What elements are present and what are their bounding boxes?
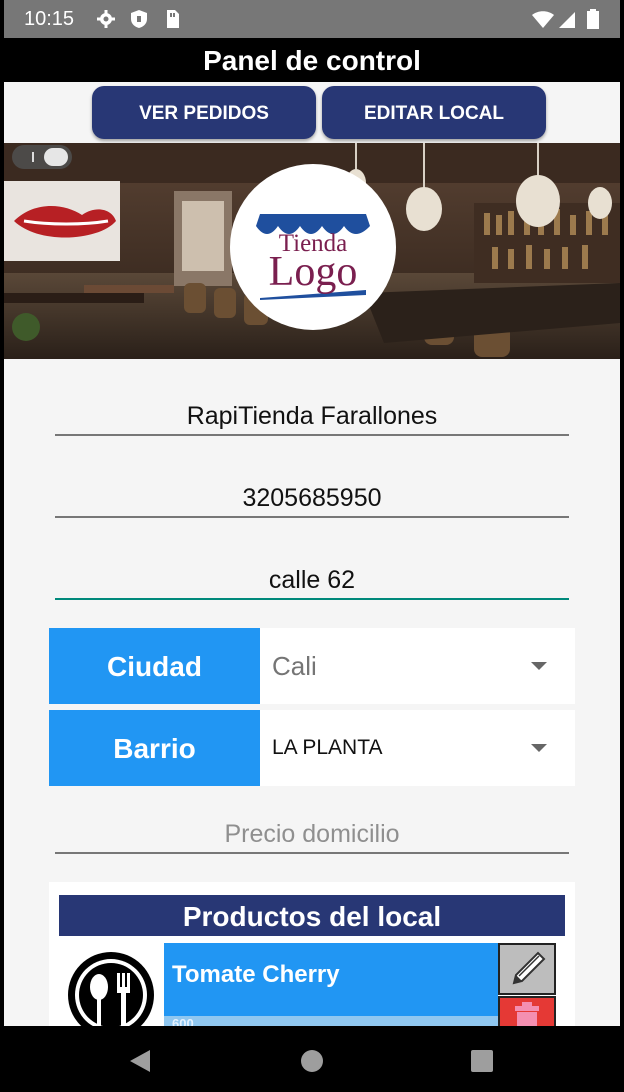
home-icon[interactable] [282, 1026, 342, 1092]
status-time: 10:15 [24, 8, 75, 30]
products-header: Productos del local [59, 895, 565, 936]
logo-text-logo: Logo [268, 249, 358, 295]
store-name-field[interactable]: RapiTienda Farallones [55, 396, 569, 436]
edit-product-button[interactable] [498, 943, 556, 995]
address-field[interactable]: calle 62 [55, 560, 569, 600]
battery-icon [587, 9, 599, 29]
ver-pedidos-button[interactable]: VER PEDIDOS [92, 86, 316, 139]
phone-value: 3205685950 [242, 484, 382, 512]
back-icon[interactable] [110, 1026, 170, 1092]
phone-field[interactable]: 3205685950 [55, 478, 569, 518]
gear-icon [97, 10, 115, 28]
ciudad-label: Ciudad [49, 628, 260, 704]
pencil-icon [512, 951, 546, 985]
product-name: Tomate Cherry [172, 961, 340, 988]
title-bar: Panel de control [4, 38, 620, 82]
barrio-select[interactable]: LA PLANTA [260, 710, 575, 786]
app-screen: 10:15 Panel de control VER PEDIDOS EDITA… [4, 0, 620, 1092]
barrio-value: LA PLANTA [272, 736, 383, 759]
sim-card-icon [167, 10, 179, 28]
editar-local-button[interactable]: EDITAR LOCAL [322, 86, 546, 139]
wifi-icon [532, 11, 554, 28]
chevron-down-icon [531, 744, 547, 752]
store-logo[interactable]: Tienda Logo [230, 164, 396, 330]
status-bar: 10:15 [4, 0, 620, 38]
barrio-label: Barrio [49, 710, 260, 786]
store-open-toggle[interactable] [12, 145, 72, 169]
product-card[interactable]: Tomate Cherry 600 [164, 943, 498, 1036]
delivery-price-field[interactable]: Precio domicilio [55, 814, 569, 854]
system-nav-bar [0, 1026, 624, 1092]
barrio-row: Barrio LA PLANTA [49, 710, 575, 786]
page-title: Panel de control [203, 45, 421, 76]
ciudad-value: Cali [272, 651, 317, 681]
recents-icon[interactable] [452, 1026, 512, 1092]
signal-icon [559, 12, 575, 28]
ciudad-select[interactable]: Cali [260, 628, 575, 704]
ciudad-row: Ciudad Cali [49, 628, 575, 704]
shield-icon [131, 10, 147, 28]
address-value: calle 62 [268, 566, 356, 594]
chevron-down-icon [531, 662, 547, 670]
store-name-value: RapiTienda Farallones [186, 402, 438, 430]
delivery-price-placeholder: Precio domicilio [224, 820, 400, 848]
